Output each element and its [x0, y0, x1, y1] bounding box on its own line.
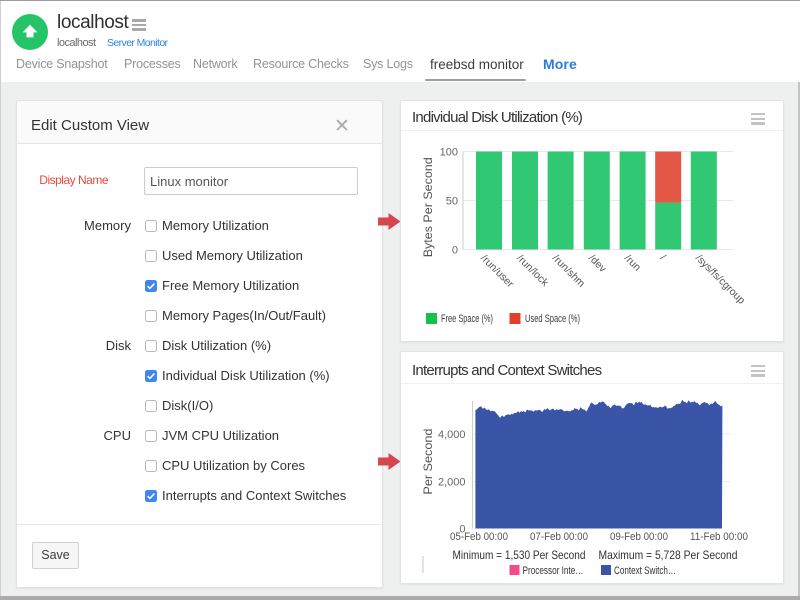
svg-text:/run/lock: /run/lock — [514, 252, 551, 289]
svg-text:11-Feb 00:00: 11-Feb 00:00 — [690, 531, 748, 543]
svg-text:/: / — [657, 252, 668, 263]
svg-text:4,000: 4,000 — [438, 429, 466, 441]
svg-text:05-Feb 00:00: 05-Feb 00:00 — [450, 531, 508, 543]
svg-text:0: 0 — [452, 245, 458, 257]
svg-text:Used Space (%): Used Space (%) — [525, 313, 580, 325]
svg-text:/run/user: /run/user — [478, 252, 516, 290]
svg-text:Maximum = 5,728 Per Second: Maximum = 5,728 Per Second — [599, 548, 738, 562]
svg-text:Per Second: Per Second — [421, 429, 435, 495]
svg-text:/run/shm: /run/shm — [550, 252, 588, 290]
svg-text:/sys/fs/cgroup: /sys/fs/cgroup — [693, 252, 747, 306]
svg-text:Bytes Per Second: Bytes Per Second — [421, 157, 435, 257]
svg-text:/dev: /dev — [586, 252, 609, 275]
svg-text:/run: /run — [622, 252, 643, 273]
svg-text:Context Switch…: Context Switch… — [614, 565, 676, 577]
svg-text:Free Space (%): Free Space (%) — [441, 313, 493, 325]
svg-text:Minimum = 1,530 Per Second: Minimum = 1,530 Per Second — [453, 548, 586, 562]
svg-text:100: 100 — [440, 147, 458, 159]
svg-text:2,000: 2,000 — [438, 477, 466, 489]
svg-text:09-Feb 00:00: 09-Feb 00:00 — [610, 531, 668, 543]
svg-text:50: 50 — [446, 196, 458, 208]
svg-text:07-Feb 00:00: 07-Feb 00:00 — [530, 531, 588, 543]
svg-text:Processor Inte…: Processor Inte… — [523, 565, 584, 577]
